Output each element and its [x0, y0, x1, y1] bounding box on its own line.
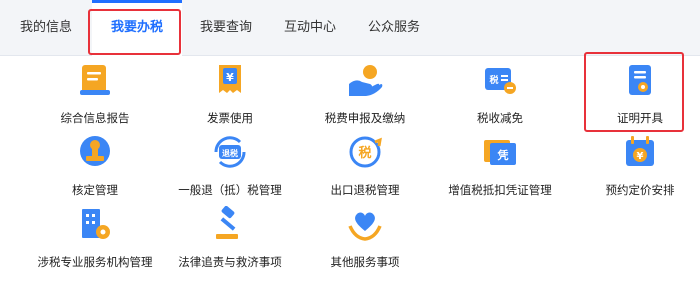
tab-query[interactable]: 我要查询 [186, 0, 266, 56]
service-tax-declaration-payment[interactable]: 税费申报及缴纳 [300, 62, 430, 132]
service-tax-agency-management[interactable]: 涉税专业服务机构管理 [30, 206, 160, 276]
service-label: 税收减免 [477, 111, 523, 125]
svg-text:税: 税 [358, 145, 371, 161]
building-gear-icon [82, 209, 110, 239]
heart-hands-icon [348, 212, 382, 241]
tax-refund-icon: 退税 [214, 136, 246, 168]
service-legal-liability-remedy[interactable]: 法律追责与救济事项 [165, 206, 295, 276]
top-tab-bar: 我的信息 我要办税 我要查询 互动中心 公众服务 [0, 0, 700, 56]
voucher-icon: 凭 [484, 140, 516, 165]
service-label: 发票使用 [207, 111, 253, 125]
tab-public-service[interactable]: 公众服务 [354, 0, 434, 56]
report-document-icon [80, 65, 110, 95]
service-label: 法律追责与救济事项 [178, 255, 282, 269]
svg-text:税: 税 [489, 74, 498, 86]
service-other-matters[interactable]: 其他服务事项 [300, 206, 430, 276]
tab-tax-handling[interactable]: 我要办税 [92, 0, 182, 56]
service-label: 税费申报及缴纳 [324, 111, 406, 125]
svg-text:¥: ¥ [226, 71, 234, 84]
service-label: 增值税抵扣凭证管理 [448, 183, 552, 197]
service-certificate-issuance[interactable]: 证明开具 [575, 62, 700, 132]
svg-text:退税: 退税 [222, 148, 238, 158]
service-label: 涉税专业服务机构管理 [37, 255, 153, 269]
service-label: 出口退税管理 [330, 183, 400, 197]
service-label: 其他服务事项 [330, 255, 400, 269]
service-tax-reduction[interactable]: 税 税收减免 [435, 62, 565, 132]
service-assessment-management[interactable]: 核定管理 [30, 134, 160, 204]
service-vat-voucher-management[interactable]: 凭 增值税抵扣凭证管理 [435, 134, 565, 204]
service-grid: 综合信息报告 ¥ 发票使用 税费申报及缴纳 税 税收减免 证明开具 核定管理 退… [0, 56, 700, 286]
hand-coin-icon [349, 65, 383, 96]
tax-reduction-icon: 税 [485, 68, 516, 94]
service-invoice-use[interactable]: ¥ 发票使用 [165, 62, 295, 132]
tab-my-info[interactable]: 我的信息 [8, 0, 84, 56]
calendar-yen-icon: ¥ [626, 136, 654, 166]
service-export-tax-refund[interactable]: 税 出口退税管理 [300, 134, 430, 204]
service-comprehensive-report[interactable]: 综合信息报告 [30, 62, 160, 132]
invoice-yen-icon: ¥ [219, 65, 241, 93]
certificate-icon [629, 65, 651, 95]
tab-interaction-center[interactable]: 互动中心 [270, 0, 350, 56]
gavel-icon [216, 206, 238, 239]
svg-text:¥: ¥ [637, 151, 644, 162]
service-advance-pricing[interactable]: ¥ 预约定价安排 [575, 134, 700, 204]
service-label: 核定管理 [72, 183, 118, 197]
svg-text:凭: 凭 [497, 148, 509, 162]
service-label: 证明开具 [617, 111, 663, 125]
service-general-tax-refund[interactable]: 退税 一般退（抵）税管理 [165, 134, 295, 204]
service-label: 综合信息报告 [60, 111, 130, 125]
service-label: 一般退（抵）税管理 [178, 183, 282, 197]
export-refund-icon: 税 [349, 136, 382, 168]
service-label: 预约定价安排 [605, 183, 675, 197]
stamp-icon [80, 136, 110, 166]
